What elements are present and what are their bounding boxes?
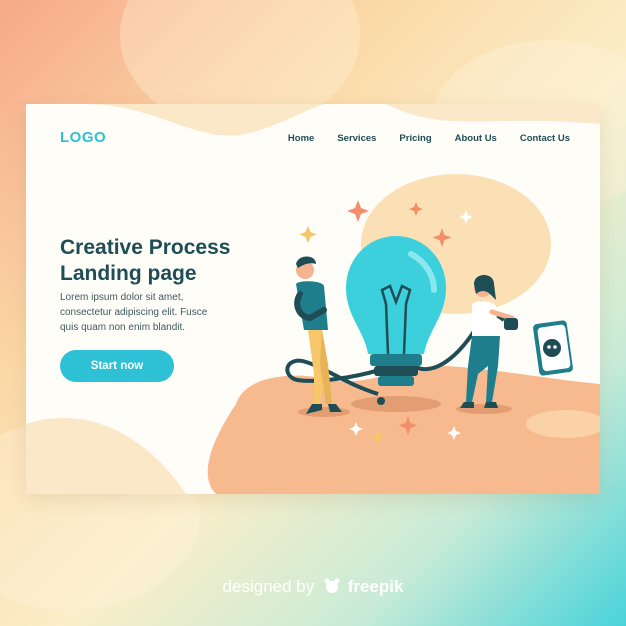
nav-services[interactable]: Services: [337, 133, 376, 144]
nav-pricing[interactable]: Pricing: [399, 133, 431, 144]
power-socket-icon: [533, 320, 573, 376]
logo[interactable]: LOGO: [60, 129, 106, 146]
start-now-button[interactable]: Start now: [60, 350, 174, 382]
nav-contact-us[interactable]: Contact Us: [520, 133, 570, 144]
description-line: Lorem ipsum dolor sit amet,: [60, 292, 184, 303]
nav-about-us[interactable]: About Us: [455, 133, 497, 144]
description-line: quis quam non enim blandit.: [60, 322, 186, 333]
credit-brand: freepik: [347, 577, 404, 596]
nav-home[interactable]: Home: [288, 133, 314, 144]
hero-description: Lorem ipsum dolor sit amet, consectetur …: [60, 290, 260, 335]
title-line-1: Creative Process: [60, 236, 231, 259]
title-line-2: Landing page: [60, 262, 197, 285]
background-shape: [386, 104, 600, 124]
page-title: Creative Process Landing page: [60, 235, 230, 287]
background-shape: [26, 417, 186, 494]
description-line: consectetur adipiscing elit. Fusce: [60, 307, 208, 318]
designed-by-credit[interactable]: designed by freepik: [0, 577, 626, 597]
main-nav: Home Services Pricing About Us Contact U…: [288, 133, 570, 144]
credit-prefix: designed by: [222, 577, 315, 596]
freepik-logo-icon: [324, 578, 340, 593]
landing-card: LOGO Home Services Pricing About Us Cont…: [26, 104, 600, 494]
background-shape: [86, 104, 326, 136]
